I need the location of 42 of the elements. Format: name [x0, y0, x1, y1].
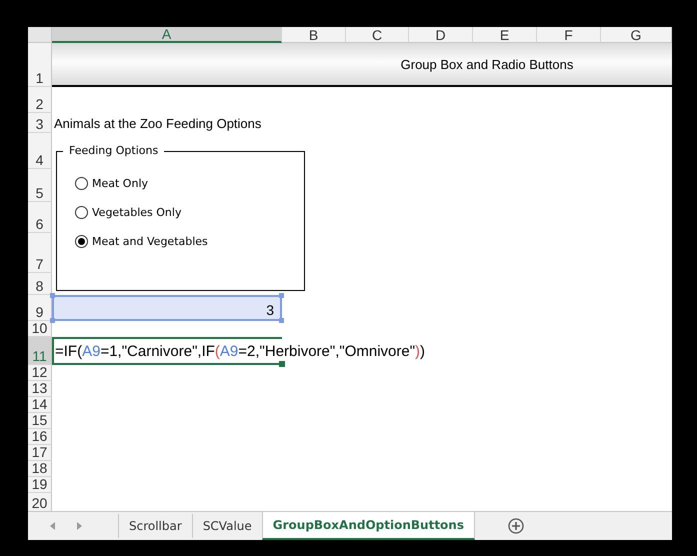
row-header[interactable]: 11: [28, 337, 52, 365]
radio-button[interactable]: Meat and Vegetables: [75, 233, 208, 250]
column-header[interactable]: A: [52, 27, 282, 43]
scroll-left-icon[interactable]: [50, 522, 55, 530]
row-header[interactable]: 12: [28, 365, 52, 381]
row-header[interactable]: 7: [28, 233, 52, 273]
row-header[interactable]: 15: [28, 413, 52, 429]
column-header[interactable]: B: [282, 27, 346, 43]
row-header[interactable]: 17: [28, 445, 52, 461]
column-header[interactable]: G: [601, 27, 672, 43]
column-header[interactable]: C: [346, 27, 409, 43]
column-header[interactable]: D: [409, 27, 473, 43]
row-header[interactable]: 5: [28, 169, 52, 202]
radio-button[interactable]: Vegetables Only: [75, 204, 182, 221]
row-header[interactable]: 19: [28, 477, 52, 493]
row-header[interactable]: 3: [28, 113, 52, 133]
row-header[interactable]: 10: [28, 321, 52, 337]
sheet-tab[interactable]: Scrollbar: [118, 514, 192, 538]
row-header[interactable]: 18: [28, 461, 52, 477]
title-text: Group Box and Radio Buttons: [400, 56, 574, 72]
radio-button[interactable]: Meat Only: [75, 175, 148, 192]
formula-text: =IF(A9=1,"Carnivore",IF(A9=2,"Herbivore","Omnivore")): [54, 342, 426, 360]
scroll-right-icon[interactable]: [77, 522, 82, 530]
row-header[interactable]: 13: [28, 381, 52, 397]
selected-cell[interactable]: 3: [52, 295, 282, 321]
row-header[interactable]: 1: [28, 43, 52, 87]
column-header[interactable]: F: [537, 27, 601, 43]
add-sheet-icon[interactable]: [508, 518, 524, 534]
row-header[interactable]: 8: [28, 273, 52, 295]
column-header[interactable]: E: [473, 27, 537, 43]
row-header[interactable]: 20: [28, 493, 52, 512]
row-header[interactable]: 4: [28, 133, 52, 169]
group-box-label: Feeding Options: [63, 144, 164, 157]
row-header[interactable]: 16: [28, 429, 52, 445]
select-all-corner[interactable]: [28, 27, 52, 43]
row-header[interactable]: 2: [28, 87, 52, 113]
row-header[interactable]: 9: [28, 295, 52, 321]
row-header[interactable]: 14: [28, 397, 52, 413]
row-header[interactable]: 6: [28, 202, 52, 233]
fill-handle[interactable]: [279, 361, 285, 367]
sheet-tab[interactable]: GroupBoxAndOptionButtons: [262, 512, 475, 540]
cell-text: Animals at the Zoo Feeding Options: [53, 116, 262, 130]
